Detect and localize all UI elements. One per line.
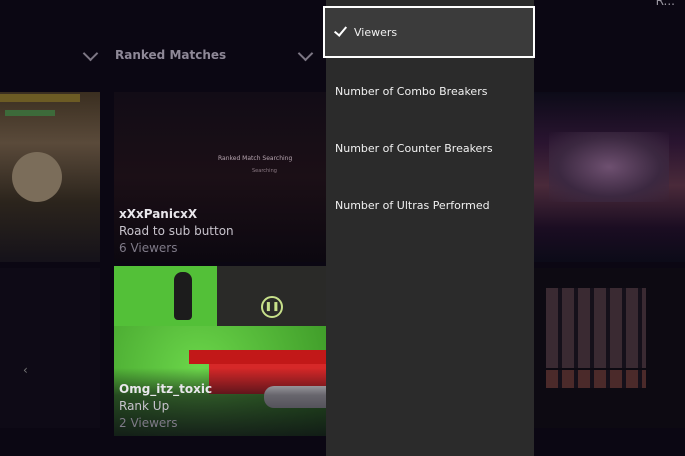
artwork-figure xyxy=(549,132,669,202)
streamer-name: xXxPanicxX xyxy=(119,207,198,221)
game-character xyxy=(12,152,62,202)
corner-label: R... xyxy=(655,0,675,8)
game-hud-bar xyxy=(0,94,80,102)
sort-option-label: Viewers xyxy=(354,25,398,39)
sort-option-combo-breakers[interactable]: Number of Combo Breakers xyxy=(326,68,534,114)
checkmark-icon xyxy=(333,23,348,37)
sort-option-ultras[interactable]: Number of Ultras Performed xyxy=(326,182,534,228)
stream-tile-right-bottom[interactable] xyxy=(534,268,685,428)
stream-title: Road to sub button xyxy=(119,224,234,238)
sort-option-counter-breakers[interactable]: Number of Counter Breakers xyxy=(326,125,534,171)
stream-tile-left-bottom[interactable]: ‹ xyxy=(0,268,100,428)
character-select-grid xyxy=(546,288,646,368)
sort-option-label: Number of Ultras Performed xyxy=(335,198,490,212)
sort-option-viewers[interactable]: Viewers xyxy=(323,6,535,58)
stream-title: Rank Up xyxy=(119,399,170,413)
game-hud-bar xyxy=(5,110,55,116)
sort-option-label: Number of Counter Breakers xyxy=(335,141,493,155)
viewer-count: 6 Viewers xyxy=(119,241,178,255)
chevron-down-icon[interactable] xyxy=(82,45,99,62)
stream-screen-text: Ranked Match Searching xyxy=(218,155,293,162)
sort-dropdown: Viewers Number of Combo Breakers Number … xyxy=(323,0,535,456)
cat-figure xyxy=(174,272,192,320)
red-shelf xyxy=(189,350,326,364)
viewer-count: 2 Viewers xyxy=(119,416,178,430)
stream-screen-subtext: Searching xyxy=(252,168,277,174)
pause-icon[interactable]: ❚❚ xyxy=(261,296,283,318)
stream-tile-right-top[interactable] xyxy=(534,92,685,262)
filter-ranked-matches[interactable]: Ranked Matches xyxy=(115,48,226,62)
stream-tile-left-top[interactable] xyxy=(0,92,100,262)
chevron-down-icon[interactable] xyxy=(297,45,314,62)
streamer-name: Omg_itz_toxic xyxy=(119,382,213,396)
scroll-arrow-icon[interactable]: ‹ xyxy=(23,363,28,377)
character-select-grid xyxy=(546,370,646,388)
sort-option-label: Number of Combo Breakers xyxy=(335,84,488,98)
